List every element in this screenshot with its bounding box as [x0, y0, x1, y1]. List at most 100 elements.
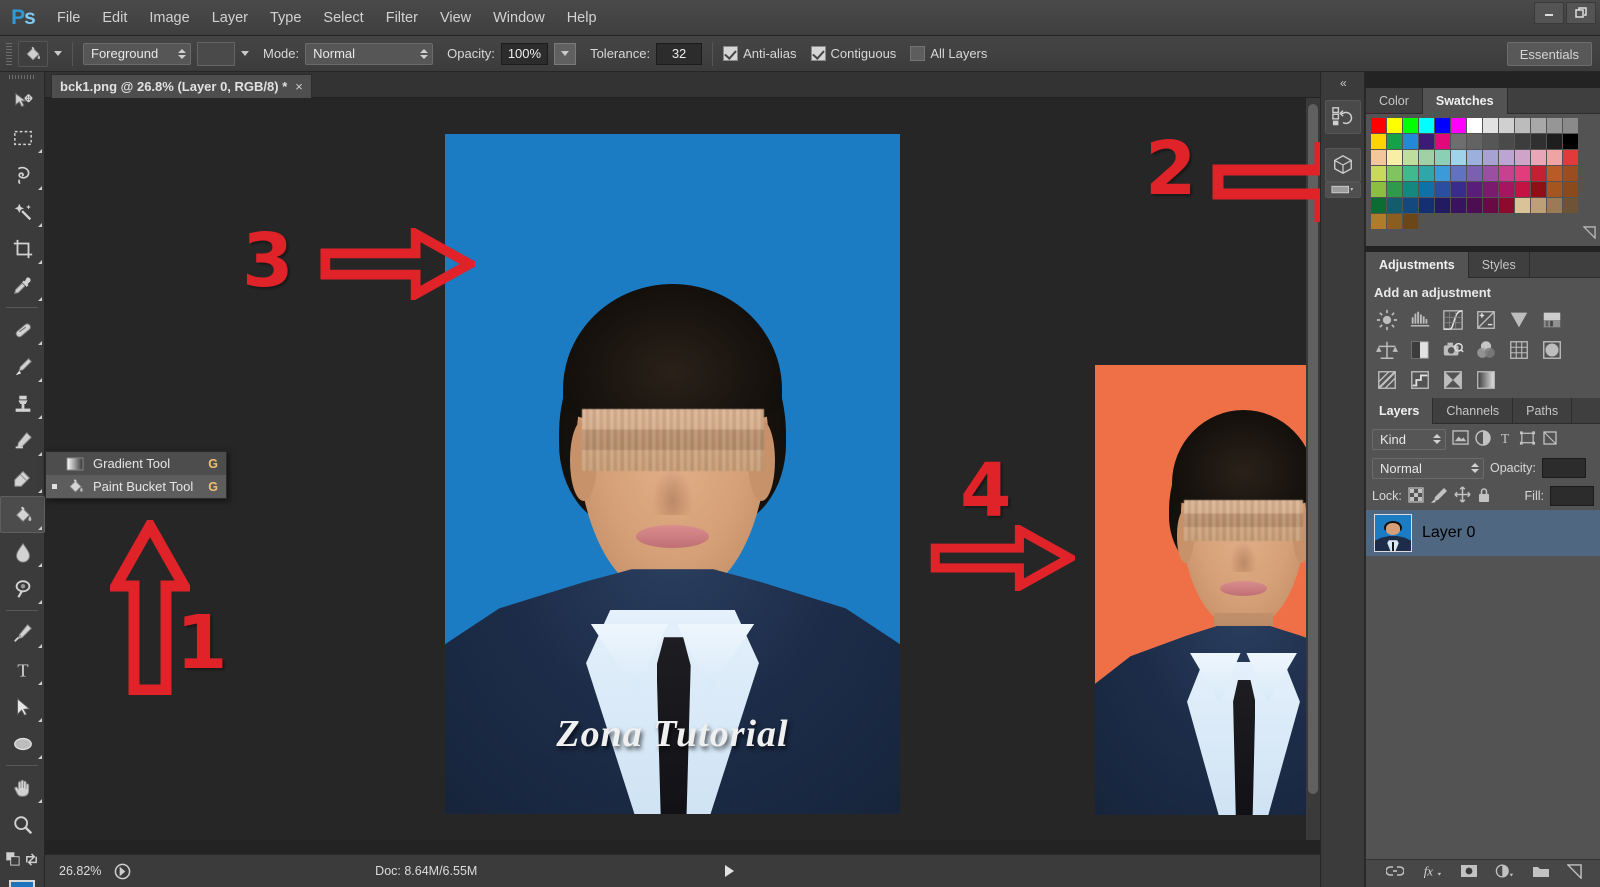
- 3d-panel-icon[interactable]: [1325, 148, 1361, 182]
- lock-image-pixels-icon[interactable]: [1430, 487, 1448, 506]
- color-swatch[interactable]: [1387, 198, 1402, 213]
- color-swatch[interactable]: [1547, 150, 1562, 165]
- color-swatch[interactable]: [1387, 182, 1402, 197]
- 3d-panel-secondary-icon[interactable]: [1325, 182, 1361, 198]
- color-swatch[interactable]: [1547, 134, 1562, 149]
- tab-adjustments[interactable]: Adjustments: [1366, 252, 1469, 278]
- layer-mask-icon[interactable]: [1460, 863, 1478, 884]
- levels-icon[interactable]: [1405, 306, 1434, 334]
- zoom-level-input[interactable]: 26.82%: [45, 864, 107, 878]
- menu-edit[interactable]: Edit: [91, 0, 138, 36]
- color-swatch[interactable]: [1483, 150, 1498, 165]
- canvas-area[interactable]: Zona Tutorial: [45, 98, 1320, 840]
- color-swatch[interactable]: [1483, 166, 1498, 181]
- antialias-checkbox[interactable]: Anti-alias: [723, 46, 797, 61]
- selective-color-icon[interactable]: [1438, 366, 1467, 394]
- clone-stamp-tool-icon[interactable]: [0, 385, 45, 422]
- color-swatch[interactable]: [1467, 150, 1482, 165]
- color-swatch[interactable]: [1515, 134, 1530, 149]
- color-lookup-icon[interactable]: [1504, 336, 1533, 364]
- color-swatch[interactable]: [1371, 134, 1386, 149]
- color-swatch[interactable]: [1531, 134, 1546, 149]
- new-adjustment-layer-icon[interactable]: [1495, 863, 1515, 884]
- color-swatch[interactable]: [1451, 118, 1466, 133]
- new-swatch-icon[interactable]: [1582, 226, 1596, 244]
- dodge-tool-icon[interactable]: [0, 570, 45, 607]
- color-swatch[interactable]: [1387, 150, 1402, 165]
- layer-style-icon[interactable]: fx: [1421, 863, 1443, 884]
- color-swatch[interactable]: [1419, 118, 1434, 133]
- workspace-switcher[interactable]: Essentials: [1506, 42, 1592, 66]
- color-swatch[interactable]: [1403, 150, 1418, 165]
- color-swatch[interactable]: [1499, 118, 1514, 133]
- result-image[interactable]: [1095, 365, 1320, 815]
- color-swatch[interactable]: [1419, 198, 1434, 213]
- tools-panel-grip[interactable]: [0, 72, 44, 82]
- color-swatch[interactable]: [1387, 134, 1402, 149]
- color-swatch[interactable]: [1467, 134, 1482, 149]
- contiguous-checkbox[interactable]: Contiguous: [810, 46, 896, 61]
- lock-position-icon[interactable]: [1454, 486, 1471, 506]
- color-swatch[interactable]: [1499, 134, 1514, 149]
- tab-swatches[interactable]: Swatches: [1422, 88, 1508, 114]
- horizontal-type-tool-icon[interactable]: T: [0, 651, 45, 688]
- history-brush-tool-icon[interactable]: [0, 422, 45, 459]
- color-swatch[interactable]: [1563, 182, 1578, 197]
- color-swatch[interactable]: [1387, 166, 1402, 181]
- color-swatch[interactable]: [1531, 182, 1546, 197]
- close-icon[interactable]: ×: [295, 79, 303, 94]
- color-swatch[interactable]: [1483, 134, 1498, 149]
- black-white-icon[interactable]: [1405, 336, 1434, 364]
- options-bar-grip[interactable]: [6, 42, 12, 65]
- gradient-map-icon[interactable]: [1471, 366, 1500, 394]
- menu-image[interactable]: Image: [138, 0, 200, 36]
- layer-filter-kind-select[interactable]: Kind: [1372, 428, 1446, 450]
- color-swatch[interactable]: [1403, 198, 1418, 213]
- tab-layers[interactable]: Layers: [1366, 398, 1434, 424]
- menu-select[interactable]: Select: [312, 0, 374, 36]
- layer-blend-mode-select[interactable]: Normal: [1372, 457, 1484, 479]
- smart-object-filter-icon[interactable]: [1542, 430, 1558, 449]
- opacity-chevron-down-icon[interactable]: [554, 42, 577, 65]
- color-swatch[interactable]: [1451, 166, 1466, 181]
- threshold-icon[interactable]: [1405, 366, 1434, 394]
- brightness-contrast-icon[interactable]: [1372, 306, 1401, 334]
- zoom-tool-icon[interactable]: [0, 806, 45, 843]
- document-tab[interactable]: bck1.png @ 26.8% (Layer 0, RGB/8) * ×: [51, 74, 312, 98]
- color-swatch[interactable]: [1435, 134, 1450, 149]
- lock-transparent-pixels-icon[interactable]: [1408, 486, 1424, 506]
- color-swatch[interactable]: [1371, 214, 1386, 229]
- color-swatch[interactable]: [1515, 166, 1530, 181]
- blur-tool-icon[interactable]: [0, 533, 45, 570]
- new-layer-icon[interactable]: [1565, 863, 1582, 884]
- color-swatch[interactable]: [1371, 118, 1386, 133]
- swap-colors-icon[interactable]: [24, 852, 39, 872]
- color-swatch[interactable]: [1467, 118, 1482, 133]
- all-layers-checkbox[interactable]: All Layers: [910, 46, 987, 61]
- restore-icon[interactable]: [1566, 2, 1596, 24]
- tab-channels[interactable]: Channels: [1433, 398, 1514, 424]
- menu-window[interactable]: Window: [482, 0, 556, 36]
- color-swatch[interactable]: [1371, 166, 1386, 181]
- tab-paths[interactable]: Paths: [1513, 398, 1573, 424]
- posterize-icon[interactable]: [1372, 366, 1401, 394]
- menu-view[interactable]: View: [429, 0, 482, 36]
- curves-icon[interactable]: [1438, 306, 1467, 334]
- color-swatch[interactable]: [1547, 198, 1562, 213]
- shape-filter-icon[interactable]: [1519, 430, 1536, 449]
- color-swatch[interactable]: [1515, 182, 1530, 197]
- color-swatch[interactable]: [1547, 166, 1562, 181]
- color-swatch[interactable]: [1563, 166, 1578, 181]
- adjustment-filter-icon[interactable]: [1475, 429, 1491, 449]
- color-swatch[interactable]: [1403, 166, 1418, 181]
- pen-tool-icon[interactable]: [0, 614, 45, 651]
- paint-bucket-tool-icon[interactable]: [0, 496, 45, 533]
- color-swatch[interactable]: [1483, 198, 1498, 213]
- hand-tool-icon[interactable]: [0, 769, 45, 806]
- pattern-preview[interactable]: [197, 41, 235, 66]
- brush-tool-icon[interactable]: [0, 348, 45, 385]
- layer-opacity-input[interactable]: [1541, 458, 1586, 478]
- pattern-chevron-down-icon[interactable]: [241, 51, 249, 56]
- play-arrow-icon[interactable]: [716, 864, 742, 878]
- layer-fill-input[interactable]: [1550, 486, 1594, 506]
